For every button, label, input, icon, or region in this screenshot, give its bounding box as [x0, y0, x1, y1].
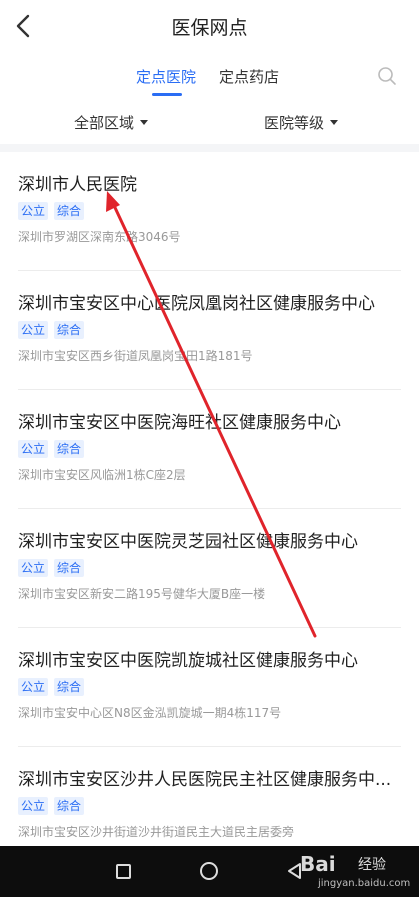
- hospital-address: 深圳市宝安区沙井街道沙井街道民主大道民主居委旁: [18, 825, 295, 839]
- area-filter-dropdown[interactable]: 全部区域: [74, 112, 149, 133]
- level-filter-dropdown[interactable]: 医院等级: [264, 112, 339, 133]
- tag-public: 公立: [18, 678, 49, 696]
- header-bar: 医保网点: [0, 0, 419, 52]
- tag-public: 公立: [18, 559, 49, 577]
- tab-designated-hospitals[interactable]: 定点医院: [136, 66, 196, 87]
- hospital-name: 深圳市宝安区沙井人民医院民主社区健康服务中...: [18, 770, 392, 790]
- tab-designated-pharmacies[interactable]: 定点药店: [219, 66, 279, 87]
- list-item[interactable]: 深圳市宝安区中医院凯旋城社区健康服务中心 公立 综合 深圳市宝安中心区N8区金泓…: [0, 628, 419, 747]
- hospital-name: 深圳市宝安区中医院凯旋城社区健康服务中心: [18, 651, 358, 671]
- hospital-address: 深圳市罗湖区深南东路3046号: [18, 230, 181, 244]
- filter-bar: 全部区域 医院等级: [0, 100, 419, 152]
- page-title: 医保网点: [171, 17, 248, 39]
- home-icon[interactable]: [200, 862, 218, 880]
- area-filter-label: 全部区域: [74, 114, 135, 132]
- hospital-name: 深圳市人民医院: [18, 175, 137, 195]
- tag-public: 公立: [18, 202, 49, 220]
- tag-group: 公立 综合: [18, 559, 85, 577]
- list-item[interactable]: 深圳市宝安区中医院海旺社区健康服务中心 公立 综合 深圳市宝安区风临洲1栋C座2…: [0, 390, 419, 509]
- list-item[interactable]: 深圳市人民医院 公立 综合 深圳市罗湖区深南东路3046号: [0, 152, 419, 271]
- hospital-address: 深圳市宝安中心区N8区金泓凯旋城一期4栋117号: [18, 706, 282, 720]
- caret-down-icon: [140, 120, 149, 125]
- watermark-text: 经验: [358, 857, 386, 873]
- hospital-address: 深圳市宝安区新安二路195号健华大厦B座一楼: [18, 587, 266, 601]
- tag-general: 综合: [54, 559, 85, 577]
- baidu-jingyan-watermark: Bai 经验 jingyan.baidu.com: [300, 850, 415, 895]
- recent-apps-icon[interactable]: [116, 864, 131, 879]
- tag-group: 公立 综合: [18, 202, 85, 220]
- hospital-name: 深圳市宝安区中医院灵芝园社区健康服务中心: [18, 532, 358, 552]
- list-item[interactable]: 深圳市宝安区中心医院凤凰岗社区健康服务中心 公立 综合 深圳市宝安区西乡街道凤凰…: [0, 271, 419, 390]
- watermark-logo: Bai: [300, 852, 336, 876]
- tag-group: 公立 综合: [18, 797, 85, 815]
- search-icon[interactable]: [377, 66, 397, 86]
- tag-group: 公立 综合: [18, 440, 85, 458]
- list-item[interactable]: 深圳市宝安区中医院灵芝园社区健康服务中心 公立 综合 深圳市宝安区新安二路195…: [0, 509, 419, 628]
- tag-group: 公立 综合: [18, 678, 85, 696]
- tab-bar: 定点医院 定点药店: [0, 56, 419, 100]
- tag-public: 公立: [18, 797, 49, 815]
- hospital-address: 深圳市宝安区西乡街道凤凰岗宝田1路181号: [18, 349, 253, 363]
- tag-public: 公立: [18, 440, 49, 458]
- tag-public: 公立: [18, 321, 49, 339]
- tag-general: 综合: [54, 797, 85, 815]
- tag-general: 综合: [54, 202, 85, 220]
- tag-general: 综合: [54, 321, 85, 339]
- hospital-name: 深圳市宝安区中心医院凤凰岗社区健康服务中心: [18, 294, 375, 314]
- tag-general: 综合: [54, 678, 85, 696]
- tag-general: 综合: [54, 440, 85, 458]
- hospital-name: 深圳市宝安区中医院海旺社区健康服务中心: [18, 413, 341, 433]
- watermark-url: jingyan.baidu.com: [318, 878, 411, 889]
- tag-group: 公立 综合: [18, 321, 85, 339]
- caret-down-icon: [330, 120, 339, 125]
- level-filter-label: 医院等级: [264, 114, 325, 132]
- tab-active-indicator: [152, 93, 182, 96]
- hospital-address: 深圳市宝安区风临洲1栋C座2层: [18, 468, 186, 482]
